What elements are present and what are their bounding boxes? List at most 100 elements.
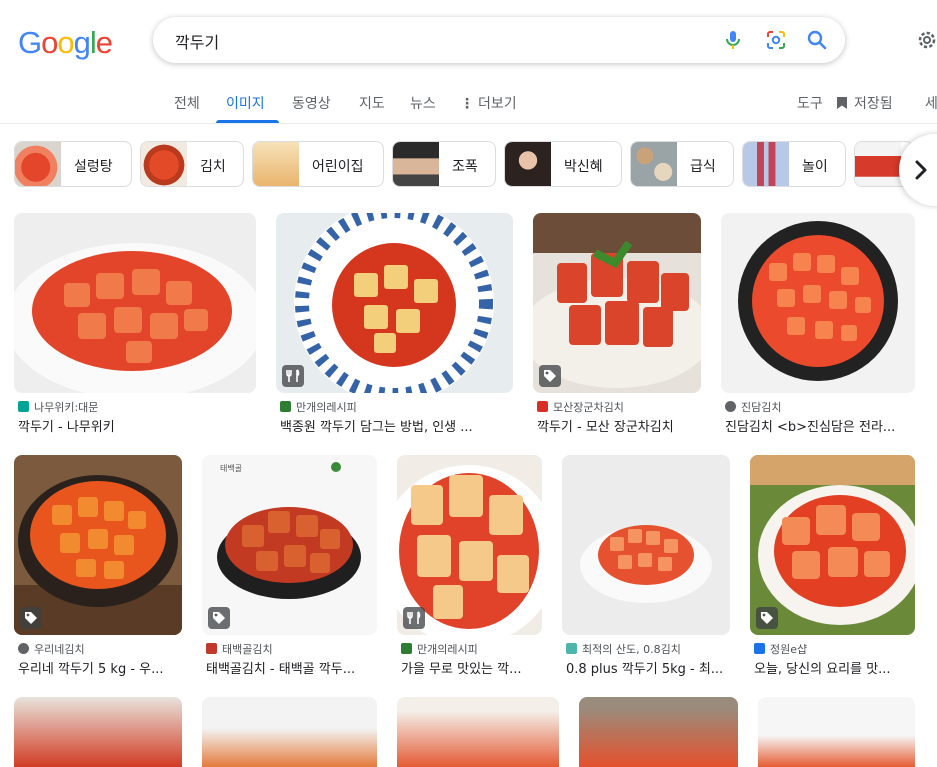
logo-letter: g	[73, 25, 91, 60]
logo-letter: o	[41, 25, 58, 60]
result-image[interactable]	[579, 697, 738, 767]
chip-kimchi[interactable]: 김치	[140, 141, 244, 187]
logo-letter: o	[57, 25, 74, 60]
result-image[interactable]	[562, 455, 730, 635]
chip-label: 급식	[690, 159, 716, 175]
tag-icon	[539, 365, 561, 387]
chip-label: 놀이	[802, 159, 828, 175]
result-title[interactable]: 백종원 깍두기 담그는 방법, 인생 ...	[280, 416, 513, 435]
globe-icon	[18, 643, 29, 654]
result-source: 우리네김치	[18, 641, 182, 657]
source-name: 태백골김치	[222, 643, 273, 656]
chip-label: 조폭	[452, 159, 478, 175]
fork-knife-icon	[403, 607, 425, 629]
chip-label: 설렁탕	[74, 159, 113, 175]
tab-images[interactable]: 이미지	[226, 93, 265, 113]
chip-park-shinhye[interactable]: 박신혜	[504, 141, 622, 187]
result-source: 만개의레시피	[280, 399, 513, 415]
result-image[interactable]	[14, 213, 256, 393]
tab-more-label: 더보기	[478, 96, 517, 112]
chip-school-meal[interactable]: 급식	[630, 141, 734, 187]
result-title[interactable]: 깍두기 - 나무위키	[18, 416, 256, 435]
saved-label: 저장됨	[854, 96, 893, 112]
chip-thumbnail	[253, 142, 299, 186]
microphone-icon[interactable]	[721, 28, 745, 52]
source-name: 모산장군차김치	[553, 401, 624, 414]
site-favicon	[206, 643, 217, 654]
result-image[interactable]	[14, 697, 182, 767]
svg-text:태백골: 태백골	[220, 463, 242, 473]
source-name: 나무위키:대문	[34, 401, 99, 414]
chip-label: 박신혜	[564, 159, 603, 175]
result-title[interactable]: 가을 무로 맛있는 깍...	[401, 658, 542, 677]
google-logo[interactable]: Google	[18, 25, 113, 61]
header-divider	[0, 123, 937, 124]
more-vert-icon: ⋮	[460, 96, 474, 112]
tab-maps[interactable]: 지도	[359, 93, 385, 113]
result-image[interactable]: 태백골	[202, 455, 377, 635]
site-favicon	[537, 401, 548, 412]
result-title[interactable]: 태백골김치 - 태백골 깍두...	[206, 658, 377, 677]
logo-letter: e	[95, 25, 113, 60]
search-icon[interactable]	[805, 28, 829, 52]
chip-thumbnail	[631, 142, 677, 186]
source-name: 최적의 산도, 0.8김치	[582, 643, 681, 656]
source-name: 만개의레시피	[417, 643, 478, 656]
result-title[interactable]: 오늘, 당신의 요리를 맛...	[754, 658, 915, 677]
result-title[interactable]: 진담김치 <b>진심담은 전라...	[725, 416, 915, 435]
result-title[interactable]: 0.8 plus 깍두기 5kg - 최...	[566, 658, 730, 677]
chip-play[interactable]: 놀이	[742, 141, 846, 187]
result-image[interactable]	[758, 697, 915, 767]
source-name: 정원e샵	[770, 643, 808, 656]
tools-button[interactable]: 도구	[797, 93, 823, 113]
chips-next-button[interactable]	[899, 134, 937, 206]
tab-news[interactable]: 뉴스	[410, 93, 436, 113]
result-source: 만개의레시피	[401, 641, 542, 657]
gear-icon[interactable]	[916, 29, 936, 51]
tab-videos[interactable]: 동영상	[292, 93, 331, 113]
source-name: 우리네김치	[34, 643, 85, 656]
result-title[interactable]: 깍두기 - 모산 장군차김치	[537, 416, 701, 435]
result-image[interactable]	[533, 213, 701, 393]
saved-button[interactable]: 저장됨	[836, 93, 893, 113]
result-image[interactable]	[397, 697, 559, 767]
search-box[interactable]: 깍두기	[153, 17, 845, 63]
site-favicon	[18, 401, 29, 412]
result-source: 최적의 산도, 0.8김치	[566, 641, 730, 657]
site-favicon	[401, 643, 412, 654]
source-name: 진담김치	[741, 401, 782, 414]
lens-camera-icon[interactable]	[764, 28, 788, 52]
globe-icon	[725, 401, 736, 412]
chip-thumbnail	[141, 142, 187, 186]
chip-thumbnail	[855, 142, 901, 186]
chip-thumbnail	[743, 142, 789, 186]
chip-gangster[interactable]: 조폭	[392, 141, 496, 187]
site-favicon	[566, 643, 577, 654]
result-source: 진담김치	[725, 399, 915, 415]
bookmark-icon	[837, 97, 847, 109]
result-title[interactable]: 우리네 깍두기 5 kg - 우...	[18, 658, 182, 677]
tag-icon	[20, 607, 42, 629]
logo-letter: G	[18, 25, 42, 60]
source-name: 만개의레시피	[296, 401, 357, 414]
result-source: 모산장군차김치	[537, 399, 701, 415]
result-image[interactable]	[276, 213, 513, 393]
tab-all[interactable]: 전체	[174, 93, 200, 113]
result-image[interactable]	[750, 455, 915, 635]
result-image[interactable]	[202, 697, 377, 767]
chip-thumbnail	[393, 142, 439, 186]
chevron-right-icon	[915, 160, 927, 180]
result-image[interactable]	[721, 213, 915, 393]
fork-knife-icon	[282, 365, 304, 387]
site-favicon	[280, 401, 291, 412]
chip-label: 김치	[200, 159, 226, 175]
result-source: 태백골김치	[206, 641, 377, 657]
result-image[interactable]	[397, 455, 542, 635]
chip-daycare[interactable]: 어린이집	[252, 141, 384, 187]
result-image[interactable]	[14, 455, 182, 635]
chip-seolleongtang[interactable]: 설렁탕	[14, 141, 132, 187]
search-input[interactable]: 깍두기	[175, 29, 219, 53]
safesearch-button[interactable]: 세	[925, 93, 937, 113]
result-source: 정원e샵	[754, 641, 915, 657]
tab-more[interactable]: ⋮ 더보기	[460, 93, 517, 113]
